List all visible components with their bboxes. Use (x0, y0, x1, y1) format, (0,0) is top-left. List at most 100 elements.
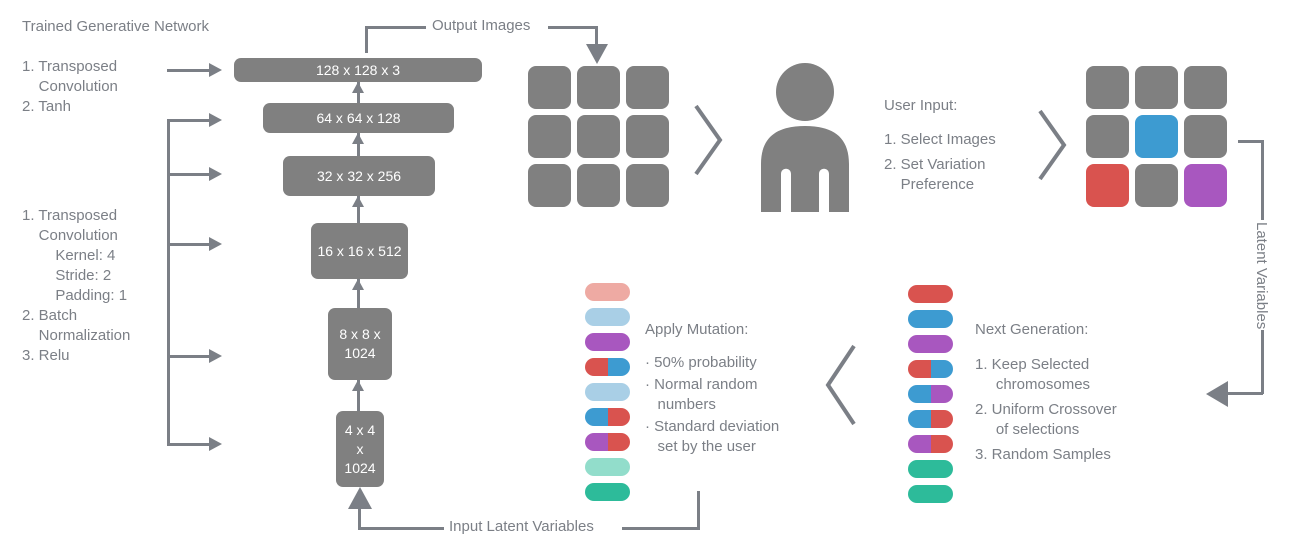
mutation-chromosome-0 (585, 283, 630, 301)
next-gen-chromosome-3 (908, 360, 953, 378)
image-grid-right-cell-4[interactable] (1135, 115, 1178, 158)
user-input-item-2: Preference (884, 176, 975, 193)
mutation-item-4: set by the user (645, 438, 756, 455)
image-grid-left-cell-0[interactable] (528, 66, 571, 109)
feeder-line-2 (167, 173, 211, 176)
next-gen-item-1: chromosomes (975, 376, 1091, 393)
layer-arrow-2 (352, 133, 364, 144)
network-title: Trained Generative Network (22, 18, 210, 35)
next-gen-chromosome-6 (908, 435, 953, 453)
next-gen-chromosome-7 (908, 460, 953, 478)
latent-variables-label: Latent Variables (1253, 222, 1270, 330)
mutation-chromosome-7 (585, 458, 630, 476)
next-gen-chromosome-1 (908, 310, 953, 328)
feeder-arrow-1 (209, 113, 222, 127)
next-gen-chromosome-2 (908, 335, 953, 353)
image-grid-left-cell-6[interactable] (528, 164, 571, 207)
mutation-item-0: · 50% probability (645, 354, 757, 371)
layer-arrow-5 (352, 380, 364, 391)
feeder-line-5 (167, 443, 211, 446)
network-annotation-top: 1. Transposed Convolution 2. Tanh (22, 58, 118, 115)
latent-variables-arrow (1206, 381, 1228, 407)
input-latent-line-right (622, 527, 700, 530)
mutation-chromosome-3 (585, 358, 630, 376)
feeder-line-3 (167, 243, 211, 246)
mutation-heading: Apply Mutation: (645, 321, 749, 338)
image-grid-left-cell-7[interactable] (577, 164, 620, 207)
person-icon (761, 63, 849, 212)
latent-variables-spine-lower (1261, 330, 1264, 394)
image-grid-right-cell-0[interactable] (1086, 66, 1129, 109)
image-grid-left-cell-2[interactable] (626, 66, 669, 109)
image-grid-right-cell-7[interactable] (1135, 164, 1178, 207)
mutation-chromosome-8 (585, 483, 630, 501)
feeder-arrow-2 (209, 167, 222, 181)
image-grid-left-cell-8[interactable] (626, 164, 669, 207)
feeder-spine (167, 119, 170, 446)
network-annotation-bottom: 1. Transposed Convolution Kernel: 4 Stri… (22, 207, 131, 364)
feeder-arrow-4 (209, 349, 222, 363)
feeder-arrow-5 (209, 437, 222, 451)
next-gen-item-2: 2. Uniform Crossover (975, 401, 1117, 418)
layer-arrow-4 (352, 279, 364, 290)
chevron-right-icon-1 (694, 104, 723, 176)
input-latent-riser-right (697, 491, 700, 529)
feeder-line-top (167, 69, 211, 72)
image-grid-right-cell-1[interactable] (1135, 66, 1178, 109)
image-grid-right-cell-2[interactable] (1184, 66, 1227, 109)
image-grid-right-cell-6[interactable] (1086, 164, 1129, 207)
mutation-item-2: numbers (645, 396, 716, 413)
input-latent-riser-left (358, 508, 361, 530)
image-grid-left-cell-4[interactable] (577, 115, 620, 158)
user-input-item-0: 1. Select Images (884, 131, 996, 148)
image-grid-left-cell-1[interactable] (577, 66, 620, 109)
latent-variables-line-bottom (1228, 392, 1263, 395)
output-images-arrow (586, 44, 608, 64)
mutation-chromosome-1 (585, 308, 630, 326)
layer-box-32: 32 x 32 x 256 (283, 156, 435, 196)
mutation-chromosome-5 (585, 408, 630, 426)
mutation-chromosome-2 (585, 333, 630, 351)
layer-box-16: 16 x 16 x 512 (311, 223, 408, 279)
output-images-riser (365, 26, 368, 53)
image-grid-left-cell-5[interactable] (626, 115, 669, 158)
input-latent-arrow (348, 487, 372, 509)
diagram-canvas: Trained Generative Network 1. Transposed… (0, 0, 1291, 553)
mutation-chromosome-4 (585, 383, 630, 401)
next-gen-item-4: 3. Random Samples (975, 446, 1111, 463)
layer-box-8: 8 x 8 x 1024 (328, 308, 392, 380)
chevron-left-icon (825, 344, 856, 426)
next-gen-item-0: 1. Keep Selected (975, 356, 1090, 373)
image-grid-left-cell-3[interactable] (528, 115, 571, 158)
feeder-arrow-3 (209, 237, 222, 251)
next-gen-chromosome-5 (908, 410, 953, 428)
user-input-item-1: 2. Set Variation (884, 156, 986, 173)
layer-arrow-1 (352, 82, 364, 93)
input-latent-line-left (361, 527, 444, 530)
next-gen-item-3: of selections (975, 421, 1080, 438)
output-images-label: Output Images (432, 17, 531, 34)
image-grid-right-cell-3[interactable] (1086, 115, 1129, 158)
user-input-heading: User Input: (884, 97, 958, 114)
latent-variables-spine-upper (1261, 140, 1264, 220)
feeder-line-1 (167, 119, 211, 122)
output-images-line-left (365, 26, 426, 29)
input-latent-label: Input Latent Variables (449, 518, 594, 535)
feeder-arrow-top (209, 63, 222, 77)
next-gen-chromosome-4 (908, 385, 953, 403)
output-images-line-right (548, 26, 598, 29)
image-grid-right-cell-5[interactable] (1184, 115, 1227, 158)
chevron-right-icon-2 (1038, 109, 1067, 181)
next-gen-chromosome-0 (908, 285, 953, 303)
next-gen-heading: Next Generation: (975, 321, 1089, 338)
image-grid-right-cell-8[interactable] (1184, 164, 1227, 207)
mutation-chromosome-6 (585, 433, 630, 451)
layer-arrow-3 (352, 196, 364, 207)
feeder-line-4 (167, 355, 211, 358)
mutation-item-1: · Normal random (645, 376, 758, 393)
layer-box-4: 4 x 4 x 1024 (336, 411, 384, 487)
layer-box-128: 128 x 128 x 3 (234, 58, 482, 82)
layer-box-64: 64 x 64 x 128 (263, 103, 454, 133)
mutation-item-3: · Standard deviation (645, 418, 780, 435)
next-gen-chromosome-8 (908, 485, 953, 503)
